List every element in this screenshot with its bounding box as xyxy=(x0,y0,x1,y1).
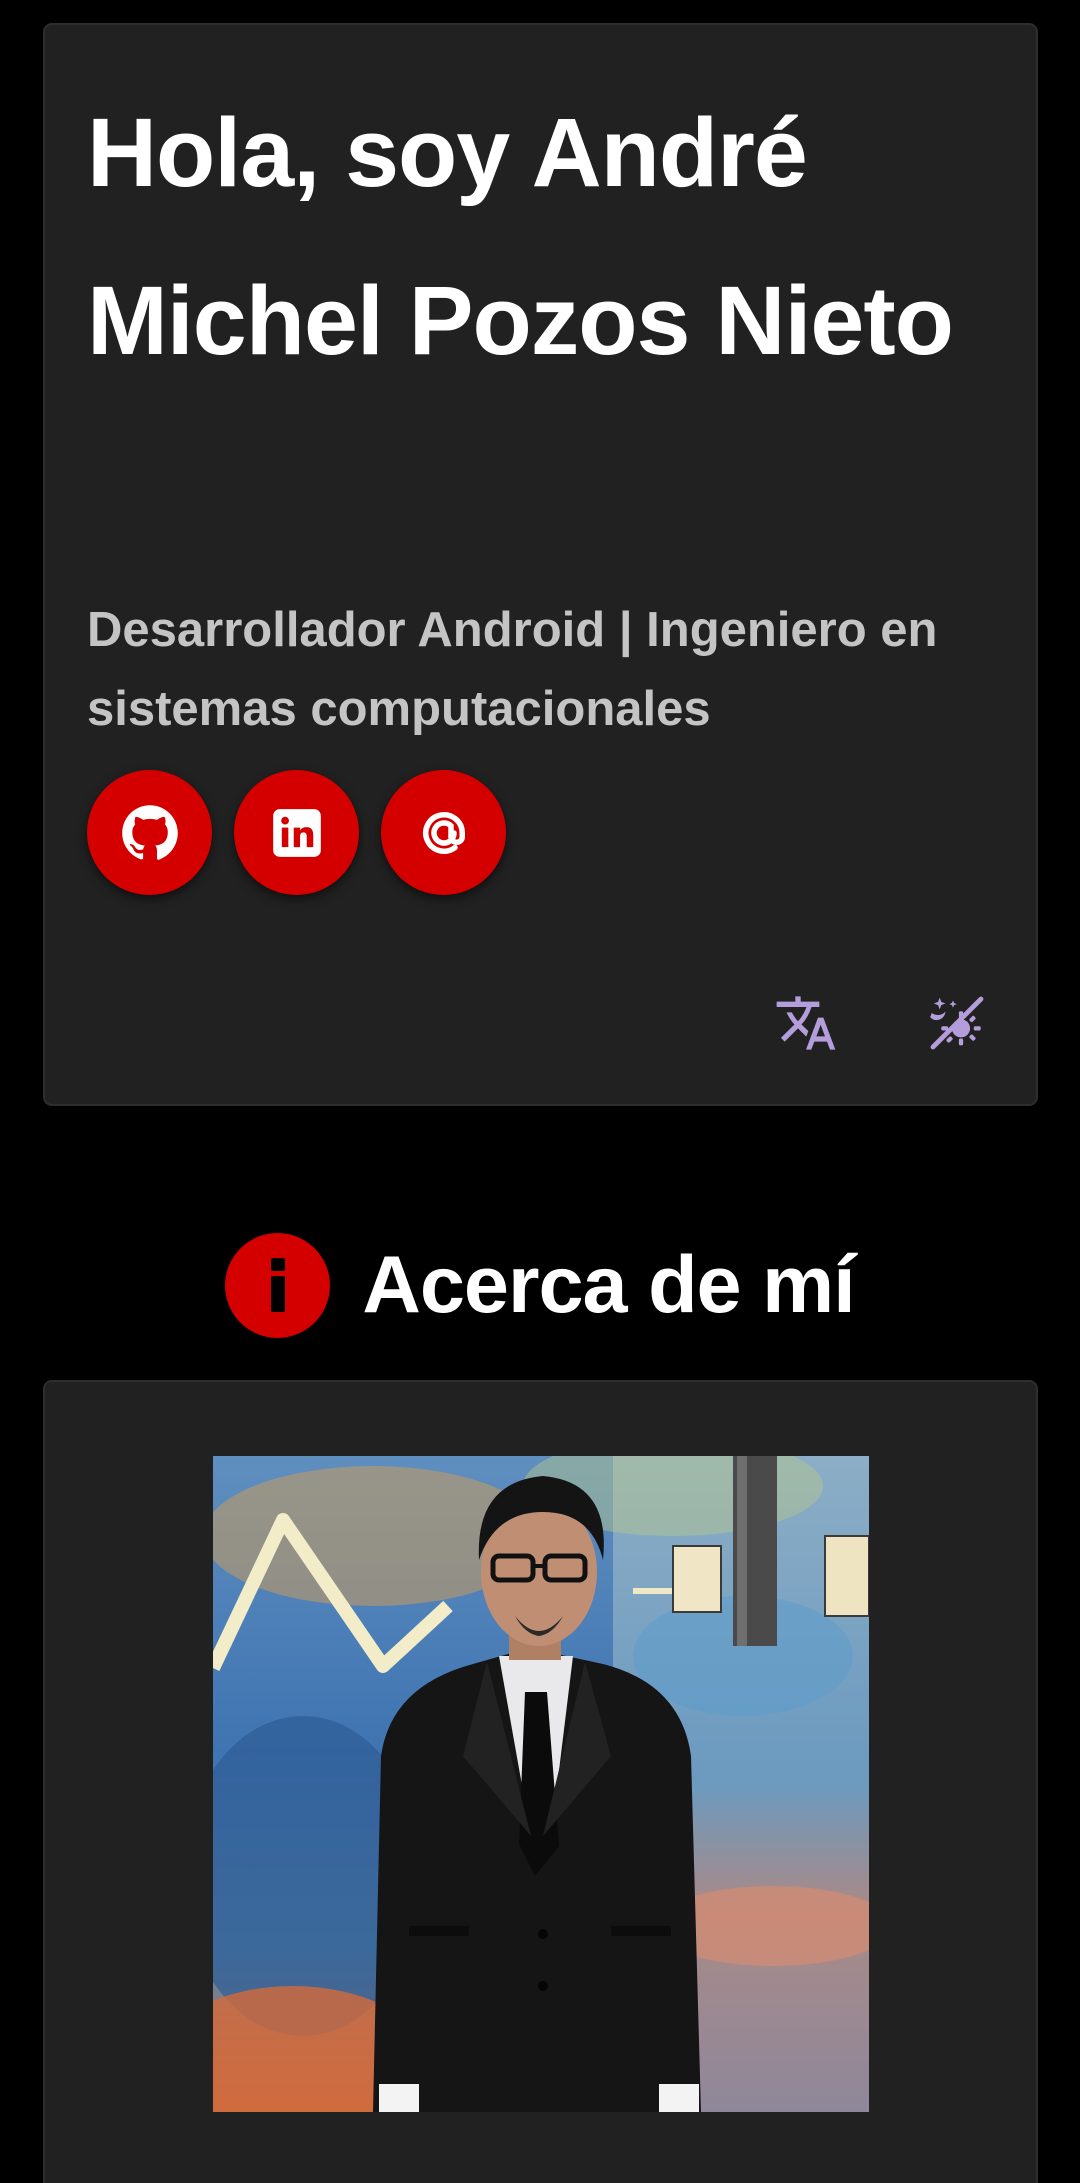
at-sign-icon xyxy=(414,803,474,863)
about-section-header: Acerca de mí xyxy=(0,1230,1080,1340)
social-links xyxy=(87,770,506,895)
linkedin-button[interactable] xyxy=(234,770,359,895)
linkedin-icon xyxy=(271,807,323,859)
translate-icon xyxy=(774,991,838,1060)
theme-toggle-button[interactable] xyxy=(917,985,997,1065)
about-card xyxy=(43,1380,1038,2183)
hero-title: Hola, soy André Michel Pozos Nieto xyxy=(87,98,954,375)
theme-toggle-icon xyxy=(925,991,989,1060)
page: Hola, soy André Michel Pozos Nieto Desar… xyxy=(0,0,1080,2183)
info-icon xyxy=(225,1232,331,1338)
hero-card: Hola, soy André Michel Pozos Nieto Desar… xyxy=(43,23,1038,1106)
email-button[interactable] xyxy=(381,770,506,895)
hero-subtitle: Desarrollador Android | Ingeniero en sis… xyxy=(87,603,938,736)
about-title: Acerca de mí xyxy=(362,1240,855,1330)
translate-button[interactable] xyxy=(766,985,846,1065)
github-icon xyxy=(121,804,179,862)
github-button[interactable] xyxy=(87,770,212,895)
profile-photo xyxy=(213,1456,869,2112)
